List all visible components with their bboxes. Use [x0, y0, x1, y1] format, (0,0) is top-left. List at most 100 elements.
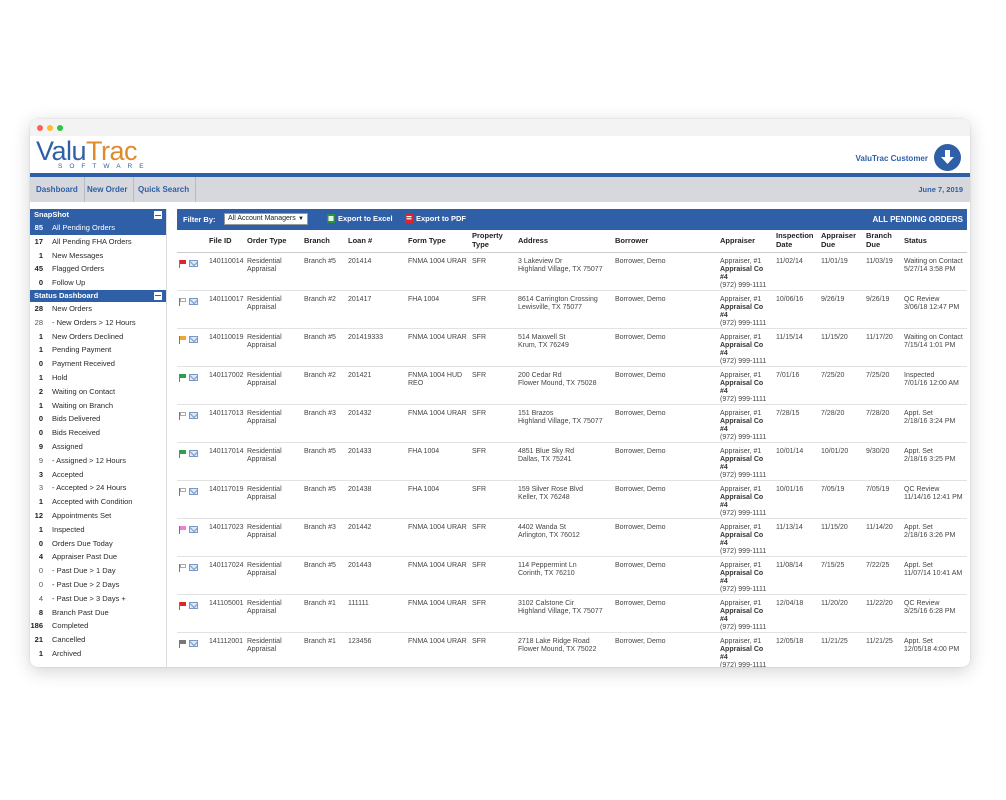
col-status[interactable]: Status — [902, 230, 967, 253]
sidebar-item[interactable]: 0 Bids Received — [30, 426, 166, 440]
close-window-button[interactable] — [37, 125, 43, 131]
envelope-icon[interactable] — [189, 297, 198, 305]
table-row[interactable]: 140117013 Residential Appraisal Branch #3 2… — [177, 404, 967, 443]
envelope-icon[interactable] — [189, 259, 198, 267]
valutrac-logo[interactable]: ValuTrac SOFTWARE — [36, 136, 151, 170]
table-row[interactable]: 140117014 Residential Appraisal Branch #5 2… — [177, 442, 967, 481]
customer-name[interactable]: ValuTrac Customer — [856, 154, 928, 163]
sidebar-item[interactable]: 1 Pending Payment — [30, 343, 166, 357]
file-id-cell[interactable]: 140117023 — [207, 518, 245, 557]
file-id-cell[interactable]: 140110017 — [207, 290, 245, 329]
maximize-window-button[interactable] — [57, 125, 63, 131]
envelope-icon[interactable] — [189, 563, 198, 571]
download-button[interactable] — [934, 144, 961, 171]
flag-icon[interactable] — [179, 601, 186, 610]
sidebar-item[interactable]: 1 Archived — [30, 647, 166, 661]
sidebar-item[interactable]: 4 Appraiser Past Due — [30, 550, 166, 564]
sidebar-item[interactable]: 3 - Accepted > 24 Hours — [30, 481, 166, 495]
sidebar-item[interactable]: 0 Payment Received — [30, 357, 166, 371]
col-loan[interactable]: Loan # — [346, 230, 406, 253]
flag-icon[interactable] — [179, 449, 186, 458]
sidebar-item[interactable]: 0 Bids Delivered — [30, 412, 166, 426]
export-pdf-button[interactable]: Export to PDF — [405, 214, 466, 223]
nav-quick-search[interactable]: Quick Search — [132, 177, 197, 202]
sidebar-item[interactable]: 1 New Orders Declined — [30, 330, 166, 344]
col-branch[interactable]: Branch — [302, 230, 346, 253]
flag-icon[interactable] — [179, 487, 186, 496]
sidebar-item[interactable]: 1 Waiting on Branch — [30, 399, 166, 413]
sidebar-item[interactable]: 0 - Past Due > 2 Days — [30, 578, 166, 592]
sidebar-item[interactable]: 186 Completed — [30, 619, 166, 633]
envelope-icon[interactable] — [189, 601, 198, 609]
col-order-type[interactable]: Order Type — [245, 230, 302, 253]
nav-new-order[interactable]: New Order — [81, 177, 135, 202]
col-form-type[interactable]: Form Type — [406, 230, 470, 253]
file-id-cell[interactable]: 141112001 — [207, 632, 245, 667]
col-property-type[interactable]: Property Type — [470, 230, 516, 253]
envelope-icon[interactable] — [189, 449, 198, 457]
flag-icon[interactable] — [179, 411, 186, 420]
sidebar-item[interactable]: 9 - Assigned > 12 Hours — [30, 454, 166, 468]
sidebar-item[interactable]: 28 - New Orders > 12 Hours — [30, 316, 166, 330]
envelope-icon[interactable] — [189, 525, 198, 533]
sidebar-item[interactable]: 0 Orders Due Today — [30, 537, 166, 551]
sidebar-item[interactable]: 45 Flagged Orders — [30, 262, 166, 276]
file-id-cell[interactable]: 140117024 — [207, 556, 245, 595]
sidebar-item[interactable]: 17 All Pending FHA Orders — [30, 235, 166, 249]
sidebar-item[interactable]: 4 - Past Due > 3 Days + — [30, 592, 166, 606]
file-id-cell[interactable]: 140117002 — [207, 366, 245, 405]
col-file-id[interactable]: File ID — [207, 230, 245, 253]
sidebar-item[interactable]: 21 Cancelled — [30, 633, 166, 647]
sidebar-item[interactable]: 12 Appointments Set — [30, 509, 166, 523]
file-id-cell[interactable]: 140117013 — [207, 404, 245, 443]
envelope-icon[interactable] — [189, 373, 198, 381]
col-branch-due[interactable]: Branch Due — [864, 230, 902, 253]
export-excel-button[interactable]: Export to Excel — [327, 214, 393, 223]
table-row[interactable]: 140110017 Residential Appraisal Branch #2 2… — [177, 290, 967, 329]
envelope-icon[interactable] — [189, 411, 198, 419]
envelope-icon[interactable] — [189, 487, 198, 495]
sidebar-item[interactable]: 9 Assigned — [30, 440, 166, 454]
flag-icon[interactable] — [179, 297, 186, 306]
nav-dashboard[interactable]: Dashboard — [30, 177, 85, 202]
envelope-icon[interactable] — [189, 335, 198, 343]
sidebar-item[interactable]: 0 Follow Up — [30, 276, 166, 290]
flag-icon[interactable] — [179, 525, 186, 534]
sidebar-item[interactable]: 28 New Orders — [30, 302, 166, 316]
table-row[interactable]: 140110014 Residential Appraisal Branch #5 2… — [177, 252, 967, 291]
sidebar-item[interactable]: 1 New Messages — [30, 249, 166, 263]
col-address[interactable]: Address — [516, 230, 613, 253]
table-row[interactable]: 140117023 Residential Appraisal Branch #3 2… — [177, 518, 967, 557]
flag-icon[interactable] — [179, 373, 186, 382]
flag-icon[interactable] — [179, 259, 186, 268]
sidebar-item[interactable]: 1 Hold — [30, 371, 166, 385]
table-row[interactable]: 140117019 Residential Appraisal Branch #5 2… — [177, 480, 967, 519]
table-row[interactable]: 140117002 Residential Appraisal Branch #2 2… — [177, 366, 967, 405]
table-row[interactable]: 140110019 Residential Appraisal Branch #5 2… — [177, 328, 967, 367]
flag-icon[interactable] — [179, 563, 186, 572]
sidebar-item[interactable]: 0 - Past Due > 1 Day — [30, 564, 166, 578]
sidebar-item[interactable]: 85 All Pending Orders — [30, 221, 166, 235]
file-id-cell[interactable]: 141105001 — [207, 594, 245, 633]
collapse-icon[interactable] — [154, 211, 162, 219]
envelope-icon[interactable] — [189, 639, 198, 647]
table-row[interactable]: 141105001 Residential Appraisal Branch #1 1… — [177, 594, 967, 633]
sidebar-item[interactable]: 3 Accepted — [30, 468, 166, 482]
file-id-cell[interactable]: 140110014 — [207, 252, 245, 291]
file-id-cell[interactable]: 140117019 — [207, 480, 245, 519]
minimize-window-button[interactable] — [47, 125, 53, 131]
flag-icon[interactable] — [179, 335, 186, 344]
file-id-cell[interactable]: 140110019 — [207, 328, 245, 367]
col-appraiser[interactable]: Appraiser — [718, 230, 774, 253]
col-appraiser-due[interactable]: Appraiser Due — [819, 230, 864, 253]
collapse-icon[interactable] — [154, 291, 162, 300]
col-borrower[interactable]: Borrower — [613, 230, 718, 253]
table-row[interactable]: 140117024 Residential Appraisal Branch #5 2… — [177, 556, 967, 595]
sidebar-item[interactable]: 1 Accepted with Condition — [30, 495, 166, 509]
account-manager-select[interactable]: All Account Managers ▼ — [224, 213, 308, 225]
table-row[interactable]: 141112001 Residential Appraisal Branch #1 1… — [177, 632, 967, 667]
col-inspection-date[interactable]: Inspection Date — [774, 230, 819, 253]
flag-icon[interactable] — [179, 639, 186, 648]
file-id-cell[interactable]: 140117014 — [207, 442, 245, 481]
sidebar-item[interactable]: 1 Inspected — [30, 523, 166, 537]
